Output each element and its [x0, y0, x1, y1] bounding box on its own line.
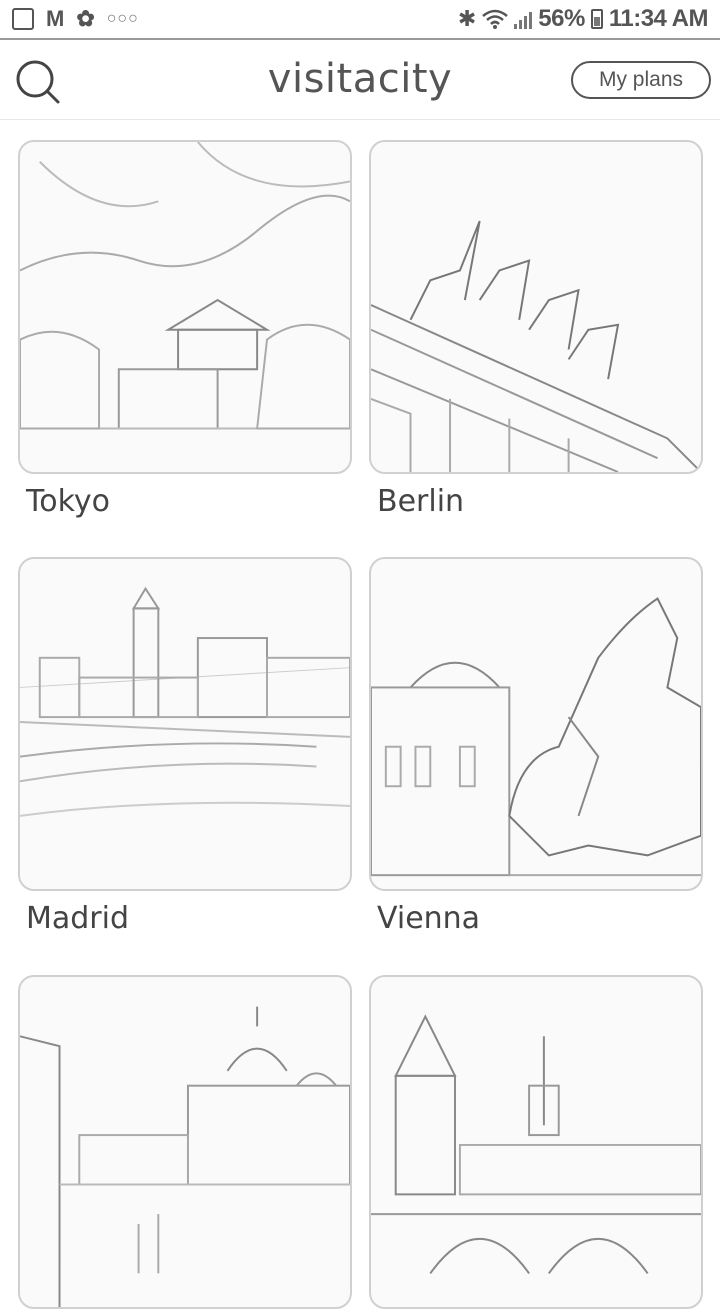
- city-image-6: [369, 975, 703, 1309]
- city-image-vienna: [369, 557, 703, 891]
- city-name: Vienna: [377, 901, 481, 936]
- city-card-5[interactable]: [18, 975, 352, 1309]
- city-image-tokyo: [18, 140, 352, 474]
- wifi-icon: [482, 9, 509, 29]
- city-image-madrid: [18, 557, 352, 891]
- city-card-6[interactable]: [369, 975, 703, 1309]
- city-name: Madrid: [26, 901, 130, 936]
- city-card-vienna[interactable]: Vienna: [369, 557, 703, 936]
- city-image-berlin: [369, 140, 703, 474]
- more-dots-icon: ○○○: [106, 10, 139, 27]
- battery-icon: [590, 9, 603, 29]
- gmail-icon: M: [46, 6, 65, 31]
- city-name: Tokyo: [26, 484, 110, 519]
- city-image-5: [18, 975, 352, 1309]
- signal-icon: [514, 9, 533, 29]
- flower-icon: ✿: [76, 6, 95, 31]
- app-header: visitacity My plans: [0, 40, 720, 120]
- my-plans-button[interactable]: My plans: [571, 61, 711, 99]
- clock: 11:34 AM: [608, 5, 709, 32]
- city-name: Berlin: [377, 484, 465, 519]
- city-card-madrid[interactable]: Madrid: [18, 557, 352, 936]
- gallery-icon: [12, 8, 34, 30]
- bluetooth-icon: ✱: [457, 6, 477, 31]
- status-bar-left: M ✿ ○○○: [0, 6, 139, 32]
- city-card-berlin[interactable]: Berlin: [369, 140, 703, 519]
- status-bar-right: ✱ 56% 11:34 AM: [458, 5, 720, 33]
- battery-level: 56%: [538, 5, 585, 32]
- city-card-tokyo[interactable]: Tokyo: [18, 140, 352, 519]
- status-bar: M ✿ ○○○ ✱ 56% 11:34 AM: [0, 0, 720, 40]
